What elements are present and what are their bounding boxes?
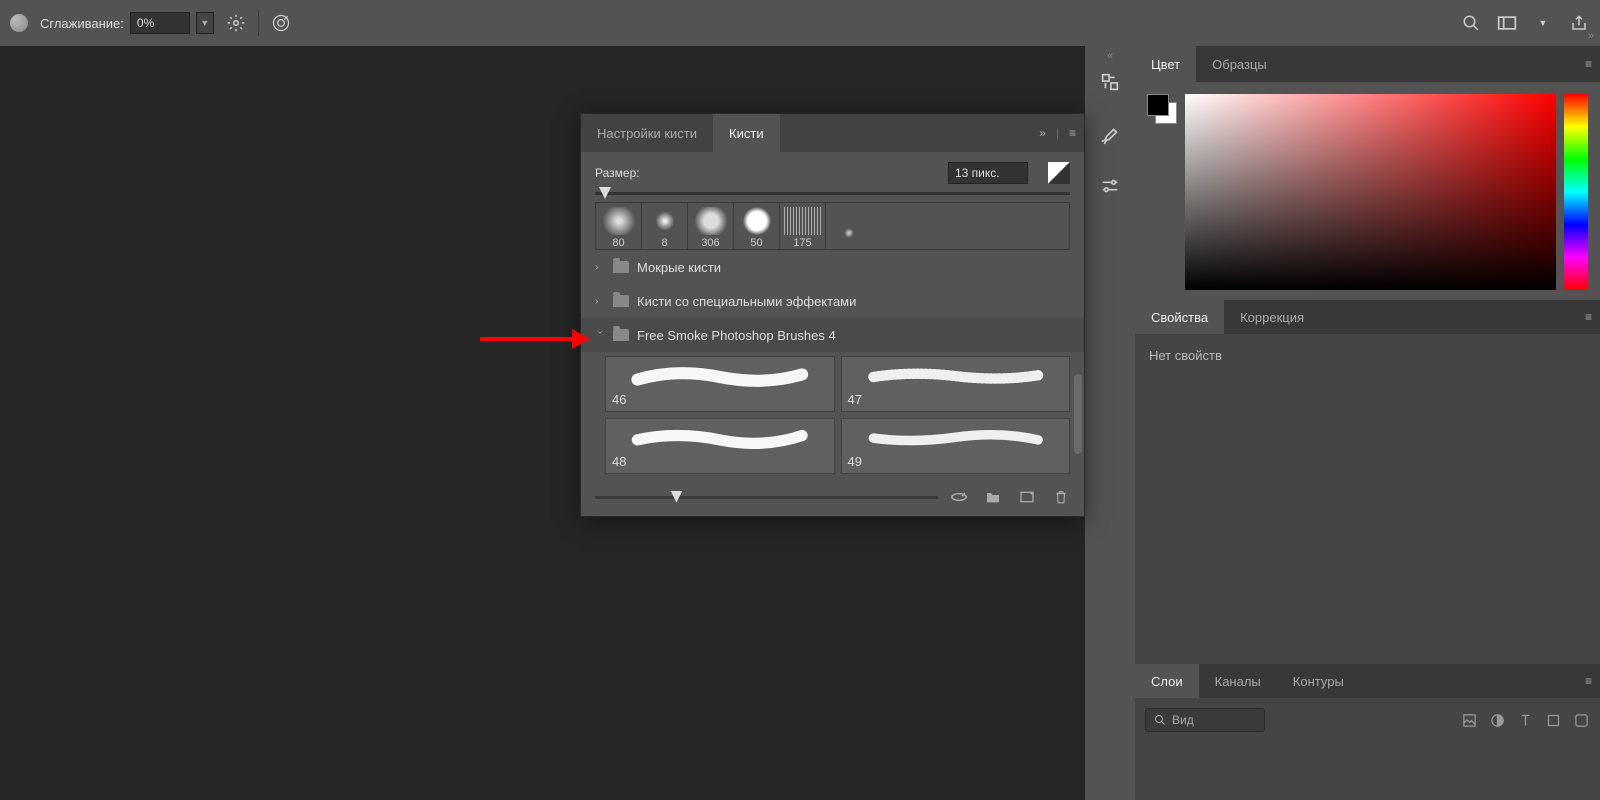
panel-controls: » | ≡ <box>1039 126 1076 140</box>
layers-tabs: Слои Каналы Контуры ≡ <box>1135 664 1600 698</box>
filter-text-icon[interactable] <box>1516 711 1534 729</box>
props-tabs: Свойства Коррекция ≡ <box>1135 300 1600 334</box>
brush-panel-icon[interactable] <box>1098 122 1122 146</box>
brush-item[interactable]: 47 <box>841 356 1071 412</box>
chevron-right-icon: › <box>595 262 605 273</box>
tab-brush-settings[interactable]: Настройки кисти <box>581 114 713 152</box>
trash-icon[interactable] <box>1052 488 1070 506</box>
panel-dock-strip <box>1085 46 1135 800</box>
color-panel <box>1135 82 1600 300</box>
folder-icon <box>613 295 629 307</box>
thumbnail-size-slider[interactable] <box>595 496 938 499</box>
foreground-swatch[interactable] <box>1147 94 1169 116</box>
size-slider[interactable] <box>581 188 1084 202</box>
brush-item[interactable]: 49 <box>841 418 1071 474</box>
flip-sample-icon[interactable] <box>1048 162 1070 184</box>
chevron-right-icon: › <box>595 296 605 307</box>
panel-menu-icon[interactable]: ≡ <box>1585 57 1592 71</box>
layer-filter-icons <box>1460 711 1590 729</box>
hue-strip[interactable] <box>1564 94 1588 290</box>
share-icon[interactable] <box>1568 13 1590 33</box>
options-right: ▼ <box>1460 13 1590 33</box>
tab-color[interactable]: Цвет <box>1135 46 1196 82</box>
recent-brush[interactable]: 8 <box>642 203 688 249</box>
brush-grid: 46 47 48 49 <box>581 352 1084 482</box>
collapse-icon[interactable]: » <box>1039 126 1046 140</box>
scrollbar-thumb[interactable] <box>1074 374 1082 454</box>
brush-folder[interactable]: › Кисти со специальными эффектами <box>581 284 1084 318</box>
workspace-icon[interactable] <box>1496 13 1518 33</box>
adjustments-icon[interactable] <box>1098 174 1122 198</box>
layer-filter-row: Вид <box>1145 708 1590 732</box>
filter-image-icon[interactable] <box>1460 711 1478 729</box>
toggle-preview-icon[interactable] <box>950 488 968 506</box>
brush-item[interactable]: 48 <box>605 418 835 474</box>
brushes-tabs: Настройки кисти Кисти » | ≡ <box>581 114 1084 152</box>
target-icon[interactable] <box>271 13 291 33</box>
color-picker-field[interactable] <box>1185 94 1556 290</box>
search-icon[interactable] <box>1460 13 1482 33</box>
filter-shape-icon[interactable] <box>1544 711 1562 729</box>
color-tabs: Цвет Образцы ≡ <box>1135 46 1600 82</box>
history-icon[interactable] <box>1098 70 1122 94</box>
layers-panel: Вид <box>1135 698 1600 800</box>
smoothing-dropdown[interactable]: ▼ <box>196 12 214 34</box>
brush-item[interactable]: 46 <box>605 356 835 412</box>
chevron-down-icon: › <box>595 330 606 340</box>
options-bar: Сглаживание: ▼ ▼ <box>0 0 1600 46</box>
recent-brush[interactable]: 175 <box>780 203 826 249</box>
panel-menu-icon[interactable]: ≡ <box>1069 126 1076 140</box>
folder-open-icon <box>613 329 629 341</box>
right-panels: Цвет Образцы ≡ Свойства Коррекция ≡ Нет … <box>1135 46 1600 800</box>
tab-swatches[interactable]: Образцы <box>1196 46 1283 82</box>
tab-adjustments[interactable]: Коррекция <box>1224 300 1320 334</box>
brush-folder-open[interactable]: › Free Smoke Photoshop Brushes 4 <box>581 318 1084 352</box>
brush-size-row: Размер: <box>581 152 1084 188</box>
tab-paths[interactable]: Контуры <box>1277 664 1360 698</box>
recent-brush[interactable]: 50 <box>734 203 780 249</box>
folder-icon <box>613 261 629 273</box>
properties-panel: Нет свойств <box>1135 334 1600 664</box>
recent-brush[interactable]: 306 <box>688 203 734 249</box>
smoothing-label: Сглаживание: <box>40 16 124 31</box>
new-brush-icon[interactable] <box>1018 488 1036 506</box>
no-properties-label: Нет свойств <box>1149 348 1222 363</box>
tab-brushes[interactable]: Кисти <box>713 114 780 152</box>
smoothing-input[interactable] <box>130 12 190 34</box>
recent-brush[interactable] <box>826 203 872 249</box>
brush-folders: › Мокрые кисти › Кисти со специальными э… <box>581 250 1084 482</box>
tab-properties[interactable]: Свойства <box>1135 300 1224 334</box>
gear-icon[interactable] <box>226 13 246 33</box>
recent-brush[interactable]: 80 <box>596 203 642 249</box>
tab-layers[interactable]: Слои <box>1135 664 1199 698</box>
brushes-bottom-bar <box>581 482 1084 516</box>
tab-channels[interactable]: Каналы <box>1199 664 1277 698</box>
smoothing-control: Сглаживание: ▼ <box>40 12 214 34</box>
chevron-down-icon[interactable]: ▼ <box>1532 13 1554 33</box>
filter-adjust-icon[interactable] <box>1488 711 1506 729</box>
size-input[interactable] <box>948 162 1028 184</box>
panel-menu-icon[interactable]: ≡ <box>1585 310 1592 324</box>
brushes-panel: Настройки кисти Кисти » | ≡ Размер: 80 8… <box>580 113 1085 517</box>
brush-folder[interactable]: › Мокрые кисти <box>581 250 1084 284</box>
recent-brushes-row: 80 8 306 50 175 <box>595 202 1070 250</box>
new-folder-icon[interactable] <box>984 488 1002 506</box>
layer-filter-dropdown[interactable]: Вид <box>1145 708 1265 732</box>
size-label: Размер: <box>595 166 665 180</box>
fgbg-swatches[interactable] <box>1147 94 1177 124</box>
filter-smart-icon[interactable] <box>1572 711 1590 729</box>
slider-thumb-icon[interactable] <box>670 491 682 503</box>
options-left: Сглаживание: ▼ <box>10 10 291 36</box>
brush-preset-icon[interactable] <box>10 14 28 32</box>
panel-menu-icon[interactable]: ≡ <box>1585 674 1592 688</box>
